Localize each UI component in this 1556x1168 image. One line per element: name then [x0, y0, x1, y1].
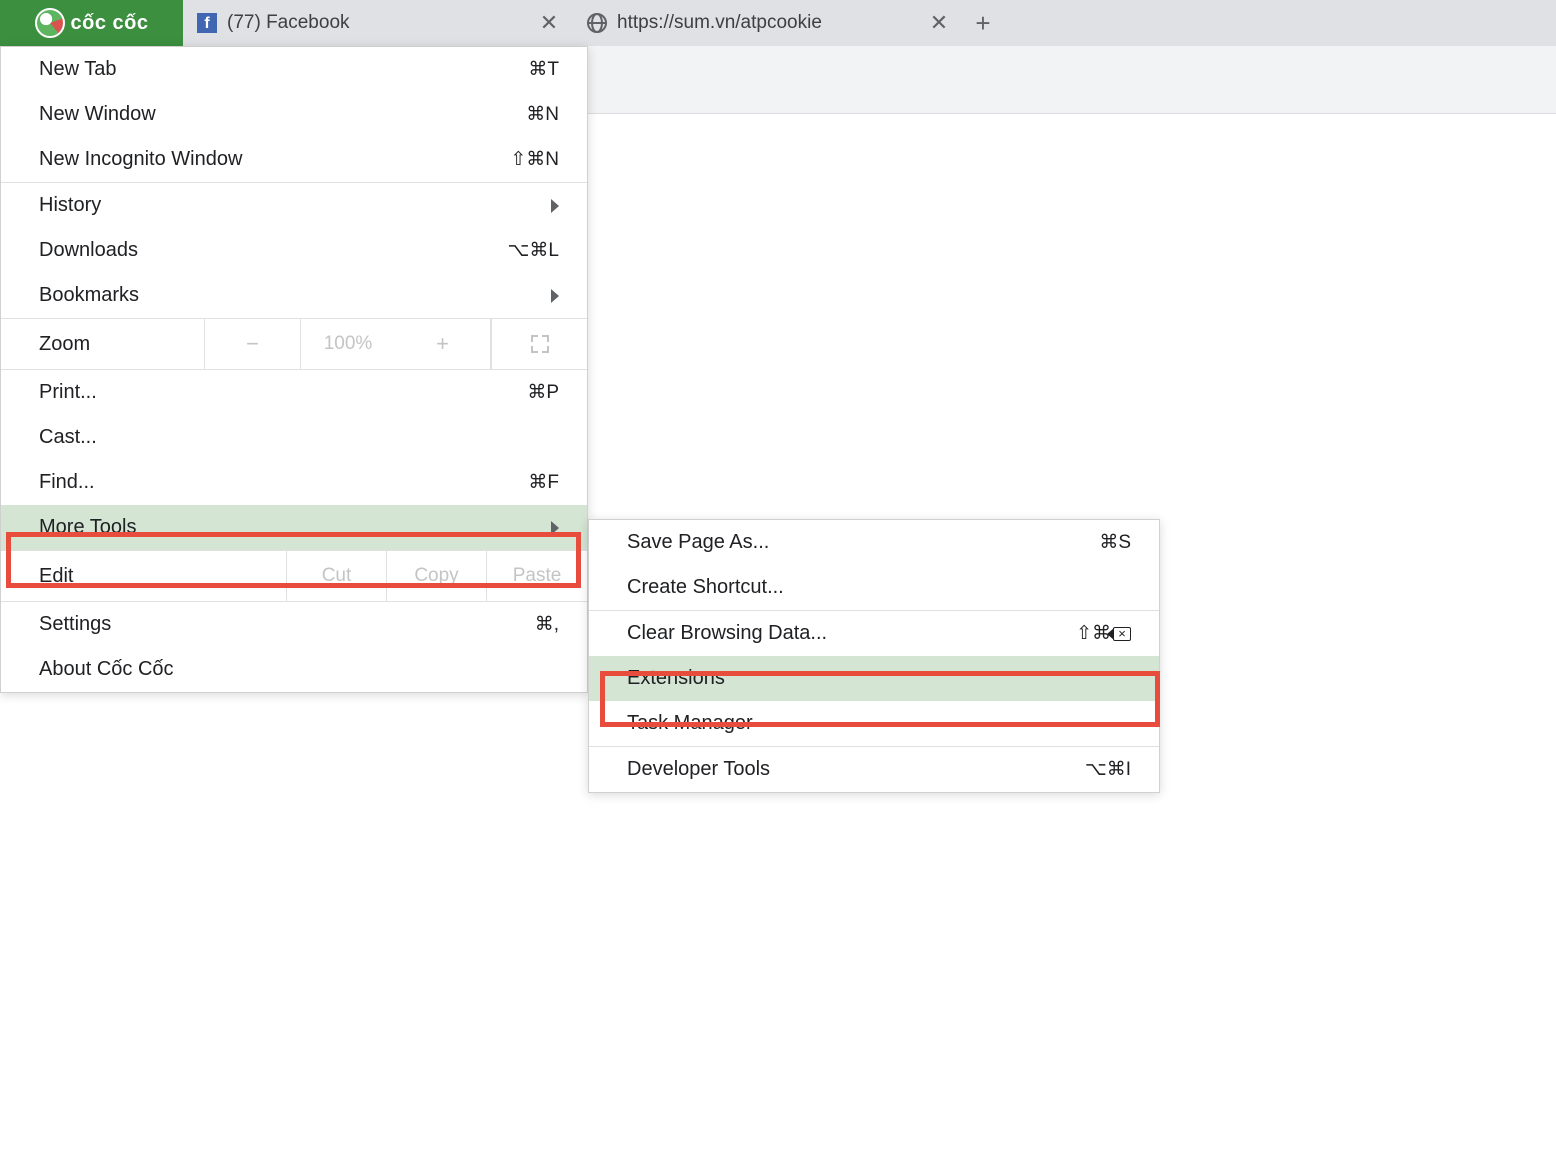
menu-cast[interactable]: Cast...	[1, 415, 587, 460]
menu-shortcut: ⌘T	[528, 58, 559, 81]
facebook-icon: f	[197, 13, 217, 33]
tab-sumvn[interactable]: https://sum.vn/atpcookie ✕	[573, 0, 963, 46]
menu-shortcut: ⌥⌘L	[508, 239, 559, 262]
globe-icon	[587, 13, 607, 33]
browser-brand[interactable]: cốc cốc	[0, 0, 183, 46]
menu-shortcut: ⌘,	[535, 613, 559, 636]
menu-label: Print...	[39, 381, 97, 404]
menu-shortcut: ⇧⌘N	[510, 148, 559, 171]
more-tools-submenu: Save Page As... ⌘S Create Shortcut... Cl…	[588, 519, 1160, 793]
zoom-label: Zoom	[1, 319, 205, 369]
menu-label: Clear Browsing Data...	[627, 622, 827, 645]
zoom-level: 100%	[301, 319, 395, 369]
menu-shortcut: ⌘P	[527, 381, 559, 404]
menu-shortcut: ⌘S	[1099, 531, 1131, 554]
paste-button[interactable]: Paste	[487, 551, 587, 601]
menu-label: Bookmarks	[39, 284, 139, 307]
tab-title: https://sum.vn/atpcookie	[617, 12, 919, 34]
copy-button[interactable]: Copy	[387, 551, 487, 601]
main-menu: New Tab ⌘T New Window ⌘N New Incognito W…	[0, 46, 588, 693]
submenu-create-shortcut[interactable]: Create Shortcut...	[589, 565, 1159, 610]
menu-bookmarks[interactable]: Bookmarks	[1, 273, 587, 318]
menu-label: Extensions	[627, 667, 725, 690]
menu-label: Settings	[39, 613, 111, 636]
menu-shortcut: ⌘N	[526, 103, 559, 126]
menu-new-incognito[interactable]: New Incognito Window ⇧⌘N	[1, 137, 587, 182]
zoom-in-button[interactable]: +	[395, 319, 491, 369]
menu-new-window[interactable]: New Window ⌘N	[1, 92, 587, 137]
menu-shortcut: ⇧⌘	[1076, 622, 1131, 645]
submenu-save-page[interactable]: Save Page As... ⌘S	[589, 520, 1159, 565]
submenu-extensions[interactable]: Extensions	[589, 656, 1159, 701]
zoom-out-button[interactable]: −	[205, 319, 301, 369]
fullscreen-icon	[531, 335, 549, 353]
menu-label: New Tab	[39, 58, 116, 81]
menu-label: Cast...	[39, 426, 97, 449]
tab-facebook[interactable]: f (77) Facebook ✕	[183, 0, 573, 46]
menu-label: Developer Tools	[627, 758, 770, 781]
menu-label: History	[39, 194, 101, 217]
close-icon[interactable]: ✕	[929, 10, 949, 36]
menu-new-tab[interactable]: New Tab ⌘T	[1, 47, 587, 92]
menu-downloads[interactable]: Downloads ⌥⌘L	[1, 228, 587, 273]
menu-label: New Incognito Window	[39, 148, 242, 171]
menu-label: Create Shortcut...	[627, 576, 784, 599]
brand-name: cốc cốc	[71, 12, 149, 35]
chevron-right-icon	[551, 199, 559, 213]
coccoc-logo-icon	[35, 8, 65, 38]
menu-print[interactable]: Print... ⌘P	[1, 370, 587, 415]
menu-label: About Cốc Cốc	[39, 658, 174, 681]
menu-shortcut: ⌘F	[528, 471, 559, 494]
chevron-right-icon	[551, 521, 559, 535]
menu-edit: Edit Cut Copy Paste	[1, 551, 587, 601]
submenu-clear-browsing[interactable]: Clear Browsing Data... ⇧⌘	[589, 611, 1159, 656]
chevron-right-icon	[551, 289, 559, 303]
close-icon[interactable]: ✕	[539, 10, 559, 36]
menu-label: More Tools	[39, 516, 136, 539]
submenu-developer-tools[interactable]: Developer Tools ⌥⌘I	[589, 747, 1159, 792]
menu-find[interactable]: Find... ⌘F	[1, 460, 587, 505]
menu-history[interactable]: History	[1, 183, 587, 228]
tab-title: (77) Facebook	[227, 12, 529, 34]
menu-label: Find...	[39, 471, 95, 494]
submenu-task-manager[interactable]: Task Manager	[589, 701, 1159, 746]
menu-settings[interactable]: Settings ⌘,	[1, 602, 587, 647]
cut-button[interactable]: Cut	[287, 551, 387, 601]
menu-label: Downloads	[39, 239, 138, 262]
menu-label: New Window	[39, 103, 156, 126]
menu-more-tools[interactable]: More Tools	[1, 505, 587, 550]
backspace-icon	[1113, 627, 1131, 641]
menu-label: Save Page As...	[627, 531, 769, 554]
fullscreen-button[interactable]	[491, 319, 587, 369]
menu-about[interactable]: About Cốc Cốc	[1, 647, 587, 692]
new-tab-button[interactable]: +	[963, 0, 1003, 46]
tab-strip: cốc cốc f (77) Facebook ✕ https://sum.vn…	[0, 0, 1556, 46]
menu-shortcut: ⌥⌘I	[1085, 758, 1131, 781]
edit-label: Edit	[1, 551, 287, 601]
menu-zoom: Zoom − 100% +	[1, 319, 587, 369]
menu-label: Task Manager	[627, 712, 753, 735]
